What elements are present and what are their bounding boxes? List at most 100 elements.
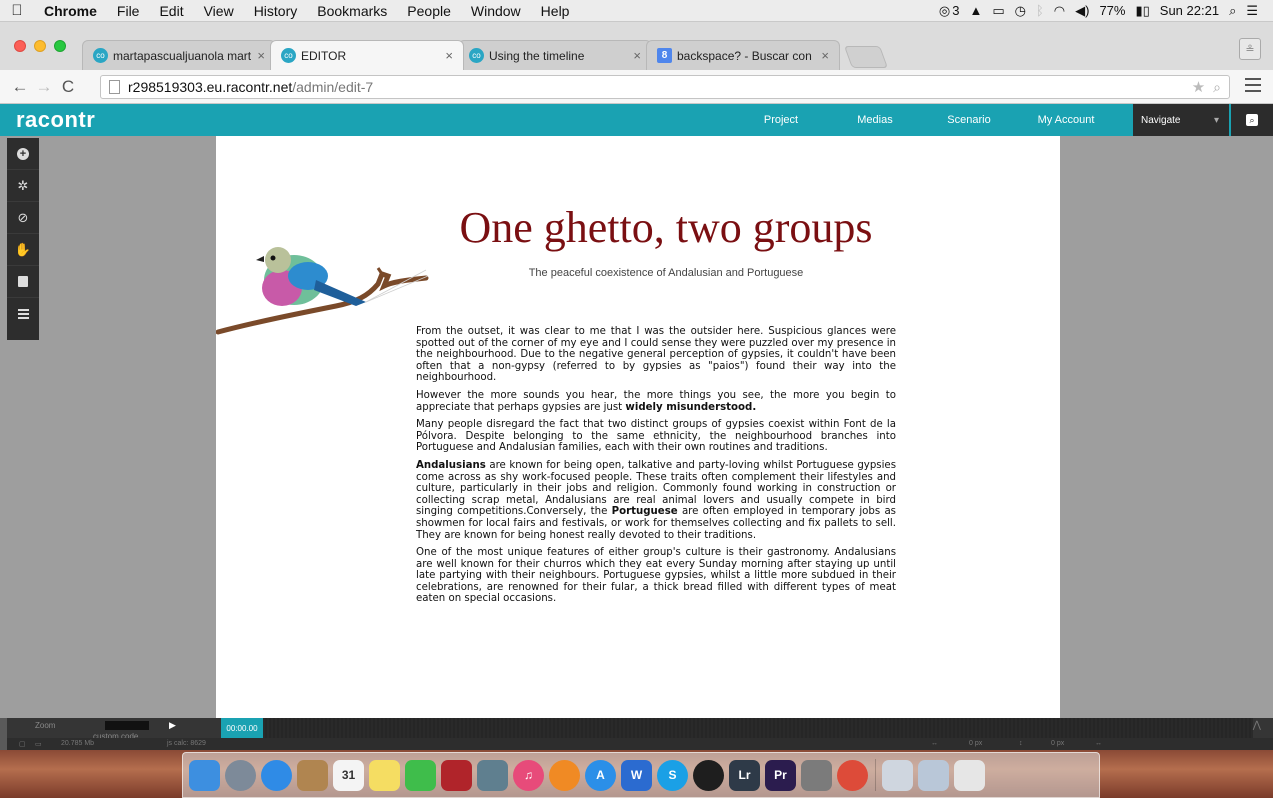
back-icon[interactable]: ← <box>8 77 32 97</box>
finder-icon[interactable] <box>189 759 220 791</box>
apple-menu-icon[interactable]:  <box>0 2 34 19</box>
nav-medias[interactable]: Medias <box>828 104 922 136</box>
zoom-window-icon[interactable] <box>54 40 66 52</box>
wifi-icon[interactable]: ◠ <box>1049 3 1070 19</box>
status-bar: ▢ ▭ 20.785 Mb js calc: 8629 ↔ 0 px ↕ 0 p… <box>7 738 1273 750</box>
interaction-button[interactable]: ✋ <box>7 234 39 266</box>
menu-history[interactable]: History <box>244 3 308 19</box>
spotlight-icon[interactable]: ⌕ <box>1224 3 1241 19</box>
timeline-collapse-icon[interactable]: ⋀ <box>1253 720 1261 731</box>
page-subtitle[interactable]: The peaceful coexistence of Andalusian a… <box>416 267 916 279</box>
add-icon: + <box>17 147 29 160</box>
trash-icon[interactable] <box>954 759 985 791</box>
battery-monitor-icon[interactable]: ▭ <box>987 3 1009 19</box>
app-store-icon[interactable]: A <box>585 759 616 791</box>
menu-chrome[interactable]: Chrome <box>34 3 107 19</box>
contacts-icon[interactable] <box>297 759 328 791</box>
search-button[interactable]: ⌕ <box>1231 104 1273 136</box>
volume-icon[interactable]: ◀) <box>1070 3 1094 19</box>
chrome-icon[interactable] <box>837 759 868 791</box>
close-tab-icon[interactable]: × <box>445 48 453 63</box>
system-preferences-icon[interactable] <box>801 759 832 791</box>
profile-icon[interactable]: ≗ <box>1239 38 1261 60</box>
menu-bookmarks[interactable]: Bookmarks <box>307 3 397 19</box>
close-window-icon[interactable] <box>14 40 26 52</box>
menu-edit[interactable]: Edit <box>149 3 193 19</box>
battery-percent[interactable]: 77% <box>1094 3 1130 18</box>
url-bar[interactable]: r298519303.eu.racontr.net/admin/edit-7 ★… <box>100 75 1230 99</box>
nav-project[interactable]: Project <box>734 104 828 136</box>
notification-center-icon[interactable]: ☰ <box>1241 3 1263 19</box>
spotify-icon[interactable] <box>693 759 724 791</box>
zoom-label: Zoom <box>35 721 56 730</box>
adobe-icon[interactable]: ▲ <box>964 3 987 18</box>
tab-title: backspace? - Buscar con G <box>677 48 816 63</box>
close-tab-icon[interactable]: × <box>821 48 829 63</box>
stop-icon[interactable]: ▢ <box>19 740 26 748</box>
article-text-block[interactable]: From the outset, it was clear to me that… <box>416 326 896 611</box>
zoom-slider[interactable] <box>105 721 149 730</box>
scene-canvas[interactable]: One ghetto, two groups The peaceful coex… <box>216 136 1060 718</box>
timeline-track[interactable] <box>263 718 1253 738</box>
minimize-window-icon[interactable] <box>34 40 46 52</box>
chrome-menu-icon[interactable] <box>1245 78 1261 96</box>
media-button[interactable] <box>7 266 39 298</box>
screen-icon[interactable]: ▭ <box>35 740 42 748</box>
lightroom-icon[interactable]: Lr <box>729 759 760 791</box>
zoom-lens-icon[interactable]: ⌕ <box>1213 79 1229 96</box>
premiere-icon[interactable]: Pr <box>765 759 796 791</box>
launchpad-icon[interactable] <box>225 759 256 791</box>
search-icon: ⌕ <box>1246 114 1258 126</box>
facetime-icon[interactable] <box>405 759 436 791</box>
settings-button[interactable]: ✲ <box>7 170 39 202</box>
layers-button[interactable] <box>7 298 39 330</box>
reload-icon[interactable]: C <box>56 77 80 97</box>
bluetooth-icon[interactable]: ᛒ <box>1031 3 1049 18</box>
racontr-logo[interactable]: racontr <box>16 107 95 133</box>
menu-window[interactable]: Window <box>461 3 531 19</box>
paragraph-4-bold-portuguese: Portuguese <box>611 506 678 518</box>
menu-help[interactable]: Help <box>531 3 580 19</box>
timecode[interactable]: 00:00.00 <box>221 718 263 738</box>
close-tab-icon[interactable]: × <box>257 48 265 63</box>
battery-icon[interactable]: ▮▯ <box>1130 3 1154 19</box>
downloads-stack-icon[interactable] <box>918 759 949 791</box>
itunes-icon[interactable]: ♫ <box>513 759 544 791</box>
image-capture-icon[interactable] <box>477 759 508 791</box>
add-element-button[interactable]: + <box>7 138 39 170</box>
paragraph-4: Andalusians are known for being open, ta… <box>416 460 896 541</box>
documents-stack-icon[interactable] <box>882 759 913 791</box>
racontr-favicon-icon: co <box>469 48 484 63</box>
close-tab-icon[interactable]: × <box>633 48 641 63</box>
word-icon[interactable]: W <box>621 759 652 791</box>
link-icon: ⊘ <box>17 209 29 225</box>
memory-usage: 20.785 Mb <box>61 740 95 747</box>
menu-file[interactable]: File <box>107 3 150 19</box>
skype-icon[interactable]: S <box>657 759 688 791</box>
link-button[interactable]: ⊘ <box>7 202 39 234</box>
navigate-dropdown[interactable]: Navigate ▾ <box>1133 104 1229 136</box>
menu-people[interactable]: People <box>397 3 461 19</box>
time-machine-icon[interactable]: ◷ <box>1010 3 1031 19</box>
bookmark-star-icon[interactable]: ★ <box>1192 78 1213 96</box>
safari-icon[interactable] <box>261 759 292 791</box>
tab-martapascualjuanola[interactable]: co martapascualjuanola marta × <box>82 40 276 70</box>
forward-icon[interactable]: → <box>32 77 56 97</box>
nav-scenario[interactable]: Scenario <box>922 104 1016 136</box>
calendar-icon[interactable]: 31 <box>333 759 364 791</box>
ibooks-icon[interactable] <box>549 759 580 791</box>
tab-using-the-timeline[interactable]: co Using the timeline × <box>458 40 652 70</box>
play-icon[interactable]: ▶ <box>169 720 176 731</box>
notes-icon[interactable] <box>369 759 400 791</box>
tab-editor[interactable]: co EDITOR × <box>270 40 464 70</box>
new-tab-button[interactable] <box>843 46 889 68</box>
page-title[interactable]: One ghetto, two groups <box>416 202 916 253</box>
photo-booth-icon[interactable] <box>441 759 472 791</box>
bird-on-branch-image[interactable] <box>216 240 431 340</box>
tab-title: martapascualjuanola marta <box>113 48 252 63</box>
menu-view[interactable]: View <box>194 3 244 19</box>
creative-cloud-icon[interactable]: ◎ 3 <box>934 3 965 19</box>
clock[interactable]: Sun 22:21 <box>1155 3 1224 18</box>
tab-backspace-search[interactable]: 8 backspace? - Buscar con G × <box>646 40 840 70</box>
nav-my-account[interactable]: My Account <box>1016 104 1116 136</box>
